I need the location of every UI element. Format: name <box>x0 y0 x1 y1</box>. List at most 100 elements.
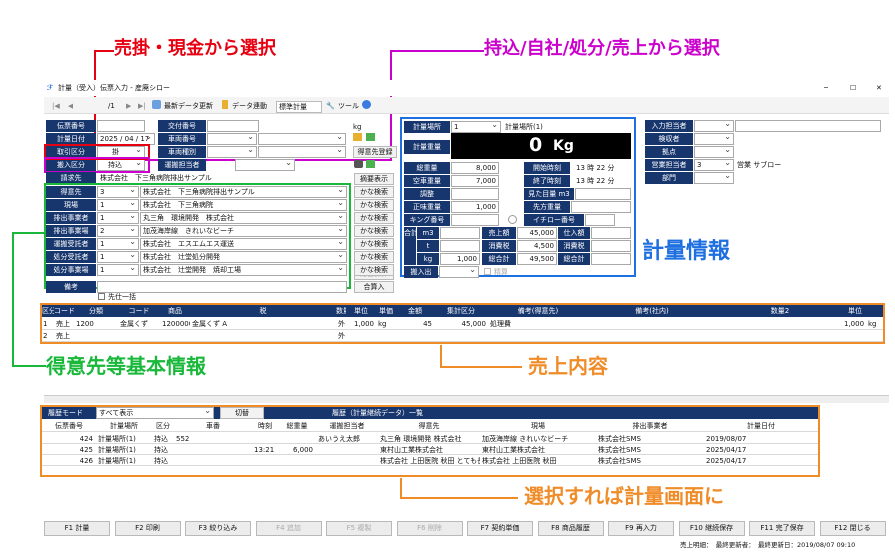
customer-name-select[interactable]: 加茂海岸線 きれいなビーチ <box>140 225 347 237</box>
refresh-small-icon[interactable] <box>366 133 375 141</box>
sales-cell-unit[interactable]: kg <box>376 319 396 329</box>
m3-field[interactable] <box>440 227 480 239</box>
customer-name-select[interactable]: 株式会社 辻堂開発 焼却工場 <box>140 264 347 276</box>
history-cell[interactable]: 株式会社SMS <box>596 445 704 455</box>
purchase-total-field[interactable] <box>591 253 631 265</box>
history-cell[interactable]: 株式会社 上田医院 秋田 とても長… <box>378 456 480 466</box>
minimize-button[interactable]: ─ <box>824 83 828 93</box>
kana-search-button[interactable]: かな検索 <box>354 225 394 237</box>
history-cell[interactable]: 426 <box>42 456 96 466</box>
tax-field[interactable]: 4,500 <box>517 240 557 252</box>
function-key-button[interactable]: F10 継続保存 <box>678 521 745 536</box>
help-icon[interactable] <box>362 100 371 109</box>
history-cell[interactable]: 持込 <box>152 434 174 444</box>
table-row[interactable] <box>42 330 883 342</box>
history-cell[interactable]: 2025/04/17 <box>704 456 818 466</box>
sales-cell-qty[interactable]: 1,000 <box>346 319 376 329</box>
history-cell[interactable]: あいうえ太郎 <box>316 434 378 444</box>
kana-search-button[interactable]: かな検索 <box>354 238 394 250</box>
info-icon[interactable] <box>508 215 517 224</box>
history-cell[interactable]: 株式会社SMS <box>596 456 704 466</box>
inspector-select[interactable] <box>694 133 734 145</box>
king-number-field[interactable] <box>451 214 499 226</box>
weigh-mode-select[interactable]: 標準計量 <box>276 101 322 113</box>
kana-search-button[interactable]: かな検索 <box>354 186 394 198</box>
function-key-button[interactable]: F3 絞り込み <box>185 521 251 536</box>
customer-name-select[interactable]: 株式会社 辻堂処分開発 <box>140 251 347 263</box>
customer-code-select[interactable]: 1 <box>97 212 139 224</box>
slip-number-field[interactable] <box>97 120 145 132</box>
carry-in-out-select[interactable] <box>439 266 479 278</box>
history-cell[interactable]: 丸三角 環境開発 株式会社 <box>378 434 480 444</box>
dest-weight-field[interactable] <box>571 201 631 213</box>
history-cell[interactable]: 2025/04/17 <box>704 445 818 455</box>
weigh-place-select[interactable]: 1 <box>451 121 501 133</box>
customer-code-select[interactable]: 1 <box>97 251 139 263</box>
function-key-button[interactable]: F1 計量 <box>44 521 110 536</box>
function-key-button[interactable]: F9 再入力 <box>608 521 674 536</box>
history-cell[interactable]: 計量場所(1) <box>96 434 152 444</box>
sales-cell-tax[interactable]: 外 <box>336 331 346 341</box>
function-key-button[interactable]: F2 印刷 <box>114 521 181 536</box>
sales-cell-tax[interactable]: 外 <box>336 319 346 329</box>
history-cell[interactable]: 2019/08/07 <box>704 434 818 444</box>
customer-code-select[interactable]: 1 <box>97 264 139 276</box>
function-key-button[interactable]: F7 契約単価 <box>467 521 533 536</box>
net-weight-field[interactable]: 1,000 <box>451 201 499 213</box>
vehicle-number-select[interactable] <box>207 133 257 145</box>
sales-cell-agg[interactable]: 処理費 <box>488 319 588 329</box>
function-key-button[interactable]: F5 複製 <box>326 521 392 536</box>
last-record-button[interactable]: ▶| <box>138 101 146 111</box>
sales-cell-kubun[interactable]: 売上 <box>54 331 74 341</box>
history-cell[interactable]: 東村山工業株式会社 <box>378 445 480 455</box>
tools-menu[interactable]: ツール <box>338 101 359 111</box>
kana-search-button[interactable]: かな検索 <box>354 251 394 263</box>
customer-name-select[interactable]: 株式会社 エスエムエス運送 <box>140 238 347 250</box>
merge-button[interactable]: 合算入 <box>354 281 394 293</box>
vehicle-type-select-2[interactable] <box>258 146 346 158</box>
vehicle-type-select[interactable] <box>207 146 257 158</box>
vehicle-number-select-2[interactable] <box>258 133 346 145</box>
function-key-button[interactable]: F6 削除 <box>396 521 463 536</box>
sales-staff-select[interactable]: 3 <box>694 159 734 171</box>
full-weight-field[interactable]: 8,000 <box>451 162 499 174</box>
customer-code-select[interactable]: 3 <box>97 186 139 198</box>
refresh-small-icon-2[interactable] <box>366 160 375 168</box>
history-cell[interactable]: 持込 <box>152 456 174 466</box>
transport-staff-select[interactable] <box>235 159 295 171</box>
function-key-button[interactable]: F8 商品履歴 <box>537 521 604 536</box>
function-key-button[interactable]: F4 追加 <box>255 521 322 536</box>
horizontal-scrollbar[interactable] <box>44 395 889 403</box>
sales-cell-unit2[interactable]: kg <box>866 319 883 329</box>
history-cell[interactable]: 加茂海岸線 きれいなビーチ <box>480 434 596 444</box>
prev-record-button[interactable]: ◀ <box>68 101 73 111</box>
sales-cell-qty2[interactable]: 1,000 <box>844 319 866 329</box>
input-staff-select[interactable] <box>694 120 734 132</box>
estimated-volume-field[interactable] <box>575 188 631 200</box>
customer-code-select[interactable]: 1 <box>97 238 139 250</box>
kana-search-button[interactable]: かな検索 <box>354 264 394 276</box>
input-staff-name[interactable] <box>735 120 881 132</box>
history-cell[interactable]: 13:21 <box>252 445 278 455</box>
binoculars-icon[interactable] <box>354 160 363 168</box>
history-cell[interactable]: 計量場所(1) <box>96 445 152 455</box>
history-cell[interactable]: 424 <box>42 434 96 444</box>
first-record-button[interactable]: |◀ <box>52 101 60 111</box>
base-select[interactable] <box>694 146 734 158</box>
data-link-button[interactable]: データ連動 <box>232 101 267 111</box>
sales-amount-field[interactable]: 45,000 <box>517 227 557 239</box>
summary-display-button[interactable]: 摘要表示 <box>354 173 394 185</box>
department-select[interactable] <box>694 172 734 184</box>
grand-total-field[interactable]: 49,500 <box>517 253 557 265</box>
history-cell[interactable]: 計量場所(1) <box>96 456 152 466</box>
settle-checkbox[interactable] <box>484 268 491 275</box>
customer-code-select[interactable]: 1 <box>97 199 139 211</box>
empty-weight-field[interactable]: 7,000 <box>451 175 499 187</box>
history-cell[interactable]: 6,000 <box>278 445 316 455</box>
ichiro-number-field[interactable] <box>585 214 615 226</box>
history-cell[interactable]: 持込 <box>152 445 174 455</box>
function-key-button[interactable]: F12 閉じる <box>819 521 886 536</box>
refresh-button[interactable]: 最新データ更新 <box>164 101 213 111</box>
sales-cell-item[interactable]: 金属くず A <box>190 319 336 329</box>
sales-cell-amount[interactable]: 45,000 <box>434 319 488 329</box>
